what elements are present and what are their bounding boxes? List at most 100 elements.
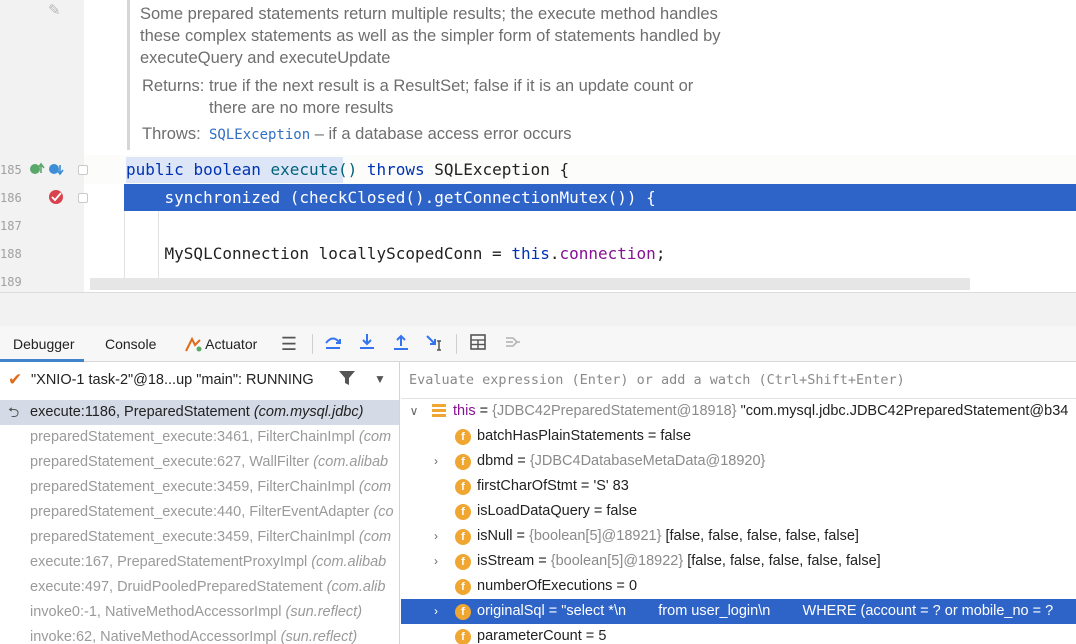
override-icon[interactable] [29, 161, 65, 177]
chevron-down-icon[interactable]: ▼ [374, 372, 386, 386]
layout-menu-icon[interactable]: ☰ [278, 333, 300, 355]
trace-stream-icon[interactable] [502, 333, 524, 355]
frame-method: invoke:62, NativeMethodAccessorImpl [30, 629, 277, 644]
code-line-188[interactable]: MySQLConnection locallyScopedConn = this… [126, 242, 666, 266]
field-icon: f [455, 454, 471, 470]
evaluate-expression-icon[interactable] [467, 333, 489, 355]
variable-text: batchHasPlainStatements = false [477, 424, 691, 449]
tab-debugger[interactable]: Debugger [13, 326, 75, 362]
line-number: 189 [0, 275, 22, 289]
tab-console[interactable]: Console [105, 326, 156, 362]
stack-frame[interactable]: preparedStatement_execute:627, WallFilte… [0, 450, 399, 475]
variable-row[interactable]: f isLoadDataQuery = false [401, 499, 1076, 524]
step-over-icon[interactable] [322, 333, 344, 355]
variable-value: 'S' 83 [593, 478, 629, 494]
variable-row-selected[interactable]: › f originalSql = "select *\n from user_… [401, 599, 1076, 624]
line-number: 185 [0, 163, 22, 177]
toolbar-separator [312, 334, 313, 354]
frame-class: (sun.reflect) [285, 604, 363, 620]
variable-name: batchHasPlainStatements [477, 428, 644, 444]
variable-name: isNull [477, 528, 513, 544]
variable-row[interactable]: › f isStream = {boolean[5]@18922} [false… [401, 549, 1076, 574]
frame-class: (com.alibab [311, 554, 387, 570]
variable-eq: = [589, 503, 607, 519]
fold-marker[interactable] [78, 165, 88, 175]
variable-ref: {boolean[5]@18921} [528, 528, 662, 544]
evaluate-expression-input[interactable] [401, 362, 1076, 398]
stack-frame[interactable]: ⮌ execute:1186, PreparedStatement (com.m… [0, 400, 399, 425]
tab-actuator[interactable]: Actuator [184, 326, 257, 362]
variable-text: originalSql = "select *\n from user_logi… [477, 599, 1053, 624]
chevron-down-icon[interactable]: ∨ [407, 399, 421, 424]
doc-returns-line-2: there are no more results [209, 99, 394, 117]
variable-row-this[interactable]: ∨ this = {JDBC42PreparedStatement@18918}… [401, 399, 1076, 424]
chevron-right-icon[interactable]: › [429, 549, 443, 574]
stack-frame[interactable]: preparedStatement_execute:440, FilterEve… [0, 500, 399, 525]
doc-comment-bar [127, 0, 130, 150]
frame-method: execute:1186, PreparedStatement [30, 404, 250, 420]
frames-panel: ✔ "XNIO-1 task-2"@18...up "main": RUNNIN… [0, 362, 400, 644]
frame-method: preparedStatement_execute:627, WallFilte… [30, 454, 310, 470]
panel-splitter[interactable] [0, 292, 1076, 326]
variables-panel: ∨ this = {JDBC42PreparedStatement@18918}… [401, 362, 1076, 644]
variable-row[interactable]: › f dbmd = {JDBC4DatabaseMetaData@18920} [401, 449, 1076, 474]
stack-frame[interactable]: execute:167, PreparedStatementProxyImpl … [0, 550, 399, 575]
frame-class: (com.mysql.jdbc) [253, 404, 364, 420]
tab-debugger-label: Debugger [13, 336, 75, 352]
variable-name: this [453, 403, 476, 419]
doc-line-2: these complex statements as well as the … [140, 27, 721, 45]
run-to-cursor-icon[interactable] [424, 333, 446, 355]
stack-frame[interactable]: invoke0:-1, NativeMethodAccessorImpl (su… [0, 600, 399, 625]
actuator-icon [185, 336, 202, 352]
variable-name: isLoadDataQuery [477, 503, 590, 519]
variable-value: false [660, 428, 692, 444]
thread-running-check-icon: ✔ [8, 370, 23, 389]
variable-name: dbmd [477, 453, 514, 469]
doc-returns-label: Returns: [142, 77, 205, 95]
step-into-icon[interactable] [356, 333, 378, 355]
stack-frame[interactable]: preparedStatement_execute:3461, FilterCh… [0, 425, 399, 450]
variable-ref: {boolean[5]@18922} [550, 553, 684, 569]
variable-name: parameterCount [477, 628, 582, 644]
variable-value: 5 [598, 628, 607, 644]
variable-text: isNull = {boolean[5]@18921} [false, fals… [477, 524, 859, 549]
breakpoint-icon[interactable] [48, 188, 66, 206]
stack-frame[interactable]: preparedStatement_execute:3459, FilterCh… [0, 525, 399, 550]
keyword: throws [366, 160, 425, 179]
step-out-icon[interactable] [390, 333, 412, 355]
fold-marker[interactable] [78, 193, 88, 203]
frame-method: invoke0:-1, NativeMethodAccessorImpl [30, 604, 282, 620]
doc-throws-code[interactable]: SQLException [209, 127, 310, 143]
frame-method: execute:497, DruidPooledPreparedStatemen… [30, 579, 323, 595]
variable-row[interactable]: f numberOfExecutions = 0 [401, 574, 1076, 599]
chevron-right-icon[interactable]: › [429, 599, 443, 624]
stack-frame[interactable]: invoke:62, NativeMethodAccessorImpl (sun… [0, 625, 399, 644]
code-editor[interactable]: ✎ Some prepared statements return multip… [0, 0, 1076, 292]
code-text: SQLException { [424, 160, 570, 179]
variable-text: parameterCount = 5 [477, 624, 606, 644]
debug-toolbar: Debugger Console Actuator ☰ [0, 326, 1076, 362]
field-icon: f [455, 479, 471, 495]
variable-row[interactable]: f batchHasPlainStatements = false [401, 424, 1076, 449]
chevron-right-icon[interactable]: › [429, 524, 443, 549]
variable-row[interactable]: f firstCharOfStmt = 'S' 83 [401, 474, 1076, 499]
variable-row[interactable]: › f isNull = {boolean[5]@18921} [false, … [401, 524, 1076, 549]
code-line-186[interactable]: synchronized (checkClosed().getConnectio… [126, 186, 656, 210]
chevron-right-icon[interactable]: › [429, 449, 443, 474]
filter-icon[interactable] [338, 369, 356, 387]
code-line-185[interactable]: public boolean execute() throws SQLExcep… [126, 158, 569, 182]
variable-value: 0 [628, 578, 638, 594]
keyword: boolean [193, 160, 261, 179]
variable-row[interactable]: f parameterCount = 5 [401, 624, 1076, 644]
thread-selector[interactable]: ✔ "XNIO-1 task-2"@18...up "main": RUNNIN… [0, 362, 399, 400]
horizontal-scrollbar[interactable] [90, 278, 970, 290]
stack-frame[interactable]: preparedStatement_execute:3459, FilterCh… [0, 475, 399, 500]
frame-class: (sun.reflect) [280, 629, 358, 644]
field-icon: f [455, 504, 471, 520]
stack-frame[interactable]: execute:497, DruidPooledPreparedStatemen… [0, 575, 399, 600]
variable-text: isStream = {boolean[5]@18922} [false, fa… [477, 549, 881, 574]
variable-text: this = {JDBC42PreparedStatement@18918} "… [453, 399, 1068, 424]
variable-eq: = [534, 553, 551, 569]
pencil-icon[interactable]: ✎ [48, 1, 61, 19]
variable-eq: = [512, 528, 529, 544]
